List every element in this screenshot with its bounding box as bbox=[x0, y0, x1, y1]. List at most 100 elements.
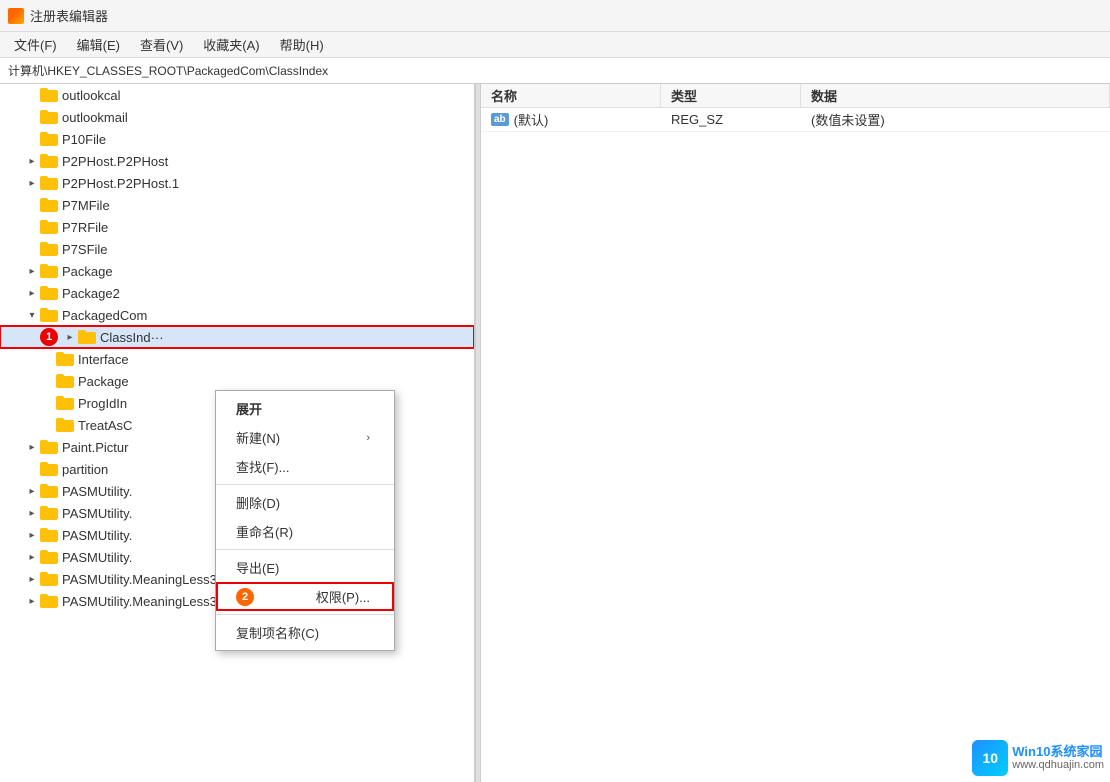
tree-item-p2phost2[interactable]: P2PHost.P2PHost.1 bbox=[0, 172, 474, 194]
tree-label-classindex: ClassInd··· bbox=[100, 330, 164, 345]
main-content: outlookcal outlookmail P10File P2PHost.P… bbox=[0, 84, 1110, 782]
folder-icon-p2phost1 bbox=[40, 154, 58, 168]
ab-badge: ab bbox=[491, 113, 509, 126]
right-row-default[interactable]: ab (默认) REG_SZ (数值未设置) bbox=[481, 108, 1110, 132]
folder-icon-p2phost2 bbox=[40, 176, 58, 190]
tree-item-package2[interactable]: Package2 bbox=[0, 282, 474, 304]
tree-item-p10file[interactable]: P10File bbox=[0, 128, 474, 150]
tree-label-package2: Package2 bbox=[62, 286, 120, 301]
ctx-rename[interactable]: 重命名(R) bbox=[216, 517, 394, 546]
tree-label-package-child: Package bbox=[78, 374, 129, 389]
folder-icon-pasm-ml32 bbox=[40, 594, 58, 608]
ctx-find[interactable]: 查找(F)... bbox=[216, 452, 394, 481]
ctx-permissions[interactable]: 2 权限(P)... bbox=[216, 582, 394, 611]
folder-icon-classindex bbox=[78, 330, 96, 344]
title-bar: 注册表编辑器 bbox=[0, 0, 1110, 32]
tree-item-package[interactable]: Package bbox=[0, 260, 474, 282]
tree-label-partition: partition bbox=[62, 462, 108, 477]
arrow-packagedcom bbox=[24, 307, 40, 323]
tree-item-outlookcal[interactable]: outlookcal bbox=[0, 84, 474, 106]
menu-edit[interactable]: 编辑(E) bbox=[67, 33, 130, 56]
arrow-p2phost1 bbox=[24, 153, 40, 169]
arrow-classindex bbox=[62, 329, 78, 345]
col-header-type: 类型 bbox=[661, 84, 801, 107]
tree-item-interface[interactable]: Interface bbox=[0, 348, 474, 370]
address-bar: 计算机\HKEY_CLASSES_ROOT\PackagedCom\ClassI… bbox=[0, 58, 1110, 84]
tree-item-package-child[interactable]: Package bbox=[0, 370, 474, 392]
arrow-p7mfile bbox=[24, 197, 40, 213]
menu-file[interactable]: 文件(F) bbox=[4, 33, 67, 56]
col-header-data: 数据 bbox=[801, 84, 1110, 107]
title-bar-text: 注册表编辑器 bbox=[30, 6, 108, 25]
folder-icon-package bbox=[40, 264, 58, 278]
ctx-new[interactable]: 新建(N) › bbox=[216, 423, 394, 452]
tree-item-p7sfile[interactable]: P7SFile bbox=[0, 238, 474, 260]
ctx-rename-label: 重命名(R) bbox=[236, 522, 293, 541]
folder-icon-outlookcal bbox=[40, 88, 58, 102]
folder-icon-progidin bbox=[56, 396, 74, 410]
arrow-p10file bbox=[24, 131, 40, 147]
address-path: 计算机\HKEY_CLASSES_ROOT\PackagedCom\ClassI… bbox=[8, 62, 328, 79]
menu-bar: 文件(F) 编辑(E) 查看(V) 收藏夹(A) 帮助(H) bbox=[0, 32, 1110, 58]
watermark-icon-text: 10 bbox=[982, 750, 998, 766]
arrow-pasm1 bbox=[24, 483, 40, 499]
arrow-package2 bbox=[24, 285, 40, 301]
tree-item-outlookmail[interactable]: outlookmail bbox=[0, 106, 474, 128]
arrow-p7rfile bbox=[24, 219, 40, 235]
ctx-expand-label: 展开 bbox=[236, 399, 262, 418]
col-header-name: 名称 bbox=[481, 84, 661, 107]
ctx-delete-label: 删除(D) bbox=[236, 493, 280, 512]
watermark: 10 Win10系统家园 www.qdhuajin.com bbox=[972, 740, 1104, 776]
folder-icon-interface bbox=[56, 352, 74, 366]
ctx-new-label: 新建(N) bbox=[236, 428, 280, 447]
tree-label-pasm2: PASMUtility. bbox=[62, 506, 132, 521]
tree-item-classindex[interactable]: 1 ClassInd··· bbox=[0, 326, 474, 348]
tree-label-paint: Paint.Pictur bbox=[62, 440, 128, 455]
watermark-line2: www.qdhuajin.com bbox=[1012, 759, 1104, 772]
arrow-outlookcal bbox=[24, 87, 40, 103]
tree-label-pasm3: PASMUtility. bbox=[62, 528, 132, 543]
ctx-new-arrow: › bbox=[366, 432, 370, 444]
ctx-copy-name[interactable]: 复制项名称(C) bbox=[216, 618, 394, 647]
ctx-delete[interactable]: 删除(D) bbox=[216, 488, 394, 517]
ctx-copy-name-label: 复制项名称(C) bbox=[236, 623, 319, 642]
cell-name-text: (默认) bbox=[514, 110, 549, 129]
arrow-package bbox=[24, 263, 40, 279]
tree-label-pasm4: PASMUtility. bbox=[62, 550, 132, 565]
tree-item-packagedcom[interactable]: PackagedCom bbox=[0, 304, 474, 326]
tree-item-p7rfile[interactable]: P7RFile bbox=[0, 216, 474, 238]
tree-label-treatasc: TreatAsC bbox=[78, 418, 132, 433]
ctx-expand[interactable]: 展开 bbox=[216, 394, 394, 423]
ctx-export[interactable]: 导出(E) bbox=[216, 553, 394, 582]
folder-icon-pasm2 bbox=[40, 506, 58, 520]
folder-icon-pasm4 bbox=[40, 550, 58, 564]
tree-label-p10file: P10File bbox=[62, 132, 106, 147]
folder-icon-treatasc bbox=[56, 418, 74, 432]
app-icon bbox=[8, 8, 24, 24]
tree-label-p2phost2: P2PHost.P2PHost.1 bbox=[62, 176, 179, 191]
folder-icon-package2 bbox=[40, 286, 58, 300]
tree-item-p7mfile[interactable]: P7MFile bbox=[0, 194, 474, 216]
tree-label-p7sfile: P7SFile bbox=[62, 242, 108, 257]
tree-label-p7rfile: P7RFile bbox=[62, 220, 108, 235]
tree-label-package: Package bbox=[62, 264, 113, 279]
tree-label-pasm-ml32: PASMUtility.MeaningLess3.2 bbox=[62, 594, 228, 609]
watermark-icon: 10 bbox=[972, 740, 1008, 776]
tree-item-p2phost1[interactable]: P2PHost.P2PHost bbox=[0, 150, 474, 172]
tree-label-outlookcal: outlookcal bbox=[62, 88, 121, 103]
tree-label-packagedcom: PackagedCom bbox=[62, 308, 147, 323]
arrow-treatasc bbox=[40, 417, 56, 433]
menu-favorites[interactable]: 收藏夹(A) bbox=[193, 33, 269, 56]
menu-help[interactable]: 帮助(H) bbox=[270, 33, 334, 56]
context-menu: 展开 新建(N) › 查找(F)... 删除(D) 重命名(R) 导出(E) 2… bbox=[215, 390, 395, 651]
ctx-sep-2 bbox=[216, 549, 394, 550]
arrow-paint bbox=[24, 439, 40, 455]
arrow-outlookmail bbox=[24, 109, 40, 125]
badge-2: 2 bbox=[236, 588, 254, 606]
ctx-export-label: 导出(E) bbox=[236, 558, 279, 577]
menu-view[interactable]: 查看(V) bbox=[130, 33, 193, 56]
arrow-pasm4 bbox=[24, 549, 40, 565]
tree-label-p7mfile: P7MFile bbox=[62, 198, 110, 213]
ctx-find-label: 查找(F)... bbox=[236, 457, 289, 476]
right-panel: 名称 类型 数据 ab (默认) REG_SZ (数值未设置) bbox=[481, 84, 1110, 782]
